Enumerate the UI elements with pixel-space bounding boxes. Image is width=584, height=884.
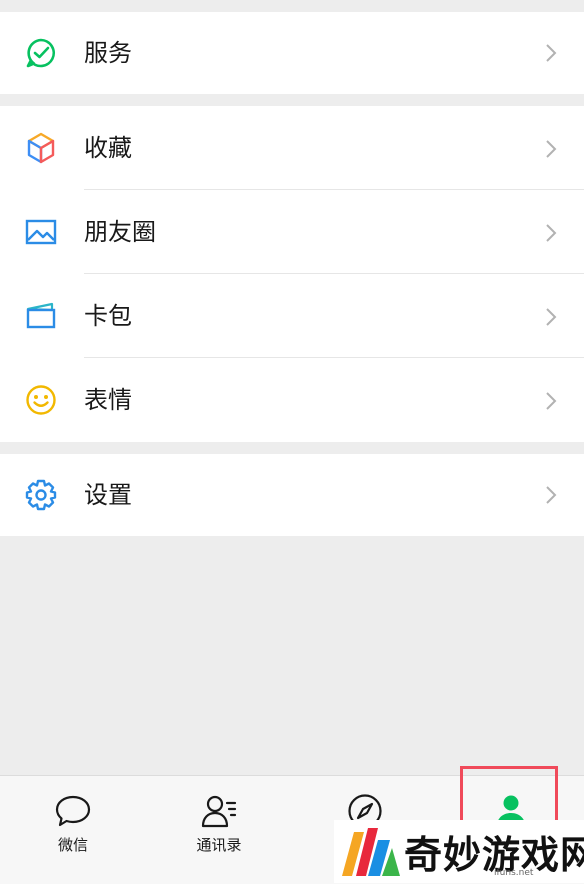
- watermark-url: ifuns.net: [494, 868, 534, 878]
- chevron-right-icon: [544, 390, 558, 412]
- menu-item-settings[interactable]: 设置: [0, 454, 584, 536]
- tab-label-contacts: 通讯录: [196, 836, 242, 854]
- menu-label-services: 服务: [84, 39, 132, 67]
- menu-item-moments[interactable]: 朋友圈: [0, 190, 584, 274]
- moments-picture-icon: [24, 215, 58, 249]
- menu-item-cards[interactable]: 卡包: [0, 274, 584, 358]
- gear-icon: [24, 478, 58, 512]
- menu-label-cards: 卡包: [84, 302, 132, 330]
- tab-label-chats: 微信: [57, 836, 88, 854]
- menu-label-moments: 朋友圈: [84, 218, 156, 246]
- card-wallet-icon: [24, 299, 58, 333]
- settings-group: 设置: [0, 454, 584, 536]
- menu-item-favorites[interactable]: 收藏: [0, 106, 584, 190]
- watermark: 奇妙游戏网 ifuns.net: [334, 820, 584, 883]
- tab-contacts[interactable]: 通讯录: [146, 776, 292, 884]
- services-group: 服务: [0, 12, 584, 94]
- watermark-logo-icon: [338, 824, 402, 880]
- favorites-cube-icon: [24, 131, 58, 165]
- menu-label-settings: 设置: [84, 481, 132, 509]
- chevron-right-icon: [544, 138, 558, 160]
- features-group: 收藏 朋友圈 卡包 表情: [0, 106, 584, 442]
- chevron-right-icon: [544, 484, 558, 506]
- chevron-right-icon: [544, 222, 558, 244]
- tab-chats[interactable]: 微信: [0, 776, 146, 884]
- menu-item-services[interactable]: 服务: [0, 12, 584, 94]
- chat-bubble-icon: [54, 792, 92, 830]
- smiley-icon: [24, 383, 58, 417]
- menu-label-stickers: 表情: [84, 386, 132, 414]
- chevron-right-icon: [544, 42, 558, 64]
- chevron-right-icon: [544, 306, 558, 328]
- menu-item-stickers[interactable]: 表情: [0, 358, 584, 442]
- contacts-icon: [200, 792, 238, 830]
- menu-label-favorites: 收藏: [84, 134, 132, 162]
- services-icon: [24, 36, 58, 70]
